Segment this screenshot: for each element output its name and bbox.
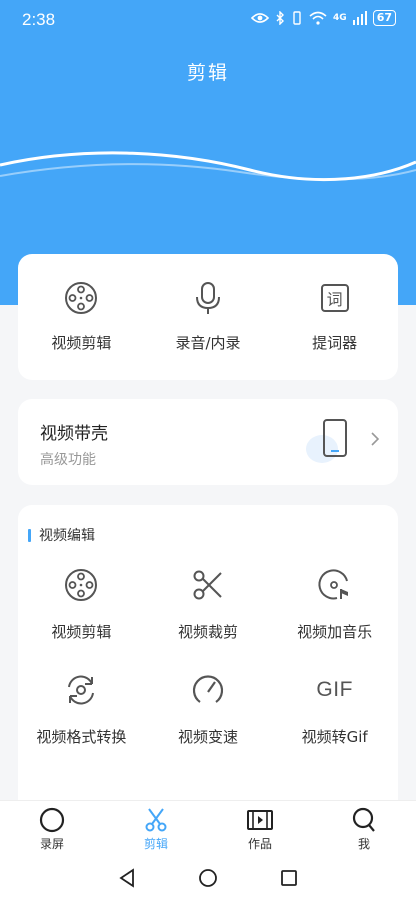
tab-works[interactable]: 作品 <box>208 801 312 856</box>
video-shell-card[interactable]: 视频带壳 高级功能 <box>18 399 398 485</box>
film-reel-icon <box>61 278 101 318</box>
wave-decoration <box>0 151 416 182</box>
promo-title: 视频带壳 <box>40 424 108 444</box>
bluetooth-icon <box>276 11 285 25</box>
edit-item-label: 视频转Gif <box>301 728 368 746</box>
section-title: 视频编辑 <box>28 525 95 545</box>
edit-item-add-music[interactable]: 视频加音乐 <box>271 565 398 642</box>
microphone-icon <box>188 278 228 318</box>
chevron-right-icon <box>371 432 380 446</box>
edit-item-label: 视频变速 <box>177 728 238 746</box>
speedometer-icon <box>188 670 228 710</box>
tab-label: 作品 <box>247 837 272 851</box>
tools-card: 视频剪辑 录音/内录 词 提词器 <box>18 254 398 380</box>
promo-subtitle: 高级功能 <box>40 452 96 468</box>
prompter-glyph: 词 <box>326 290 343 309</box>
prompter-icon: 词 <box>315 278 355 318</box>
recents-icon[interactable] <box>280 869 298 887</box>
tab-label: 剪辑 <box>143 837 168 851</box>
music-disc-icon <box>315 565 355 605</box>
gif-icon: GIF <box>315 670 355 710</box>
edit-item-video-edit[interactable]: 视频剪辑 <box>18 565 145 642</box>
home-icon[interactable] <box>198 868 218 888</box>
edit-item-format-convert[interactable]: 视频格式转换 <box>18 670 145 747</box>
system-nav-bar <box>0 855 416 900</box>
film-strip-icon <box>247 810 273 830</box>
scissors-icon <box>188 565 228 605</box>
wifi-icon <box>309 11 327 25</box>
edit-item-label: 视频加音乐 <box>297 623 373 641</box>
user-icon <box>352 807 375 832</box>
signal-label: 4G <box>333 13 347 23</box>
vibrate-icon <box>293 11 301 25</box>
tab-label: 我 <box>357 837 370 851</box>
tab-me[interactable]: 我 <box>312 801 416 856</box>
edit-item-label: 视频剪辑 <box>51 623 112 641</box>
scissors-icon <box>145 808 167 832</box>
section-accent-bar <box>28 528 31 542</box>
status-icons: 4G 67 <box>251 10 396 26</box>
tool-audio-record[interactable]: 录音/内录 <box>145 254 272 380</box>
edit-item-label: 视频裁剪 <box>177 623 238 641</box>
page-title: 剪辑 <box>186 62 229 84</box>
tool-label: 提词器 <box>312 334 358 352</box>
edit-grid: 视频剪辑 视频裁剪 视频加音乐 视频格式转换 视频变速 GIF 视频转Gif <box>18 565 398 747</box>
back-icon[interactable] <box>118 867 136 888</box>
section-title-text: 视频编辑 <box>39 528 95 544</box>
tool-video-edit[interactable]: 视频剪辑 <box>18 254 145 380</box>
video-edit-card: 视频编辑 视频剪辑 视频裁剪 视频加音乐 视频格式转换 视频变速 GIF 视频转… <box>18 505 398 815</box>
tab-edit[interactable]: 剪辑 <box>104 801 208 856</box>
film-reel-icon <box>61 565 101 605</box>
tool-teleprompter[interactable]: 词 提词器 <box>271 254 398 380</box>
eye-icon <box>251 13 270 23</box>
status-bar: 2:38 4G 67 <box>0 0 416 40</box>
gif-glyph: GIF <box>316 678 353 701</box>
edit-item-to-gif[interactable]: GIF 视频转Gif <box>271 670 398 747</box>
status-time: 2:38 <box>22 10 56 29</box>
tab-label: 录屏 <box>39 837 64 851</box>
bottom-tab-bar: 录屏 剪辑 作品 我 <box>0 800 416 856</box>
convert-icon <box>61 670 101 710</box>
phone-icon <box>306 419 347 463</box>
tool-label: 视频剪辑 <box>51 334 112 352</box>
signal-icon <box>352 11 367 25</box>
tab-record[interactable]: 录屏 <box>0 801 104 856</box>
tool-label: 录音/内录 <box>175 334 241 352</box>
edit-item-speed[interactable]: 视频变速 <box>145 670 272 747</box>
battery-indicator: 67 <box>372 10 396 26</box>
record-circle-icon <box>39 807 65 833</box>
edit-item-crop[interactable]: 视频裁剪 <box>145 565 272 642</box>
edit-item-label: 视频格式转换 <box>36 728 127 746</box>
